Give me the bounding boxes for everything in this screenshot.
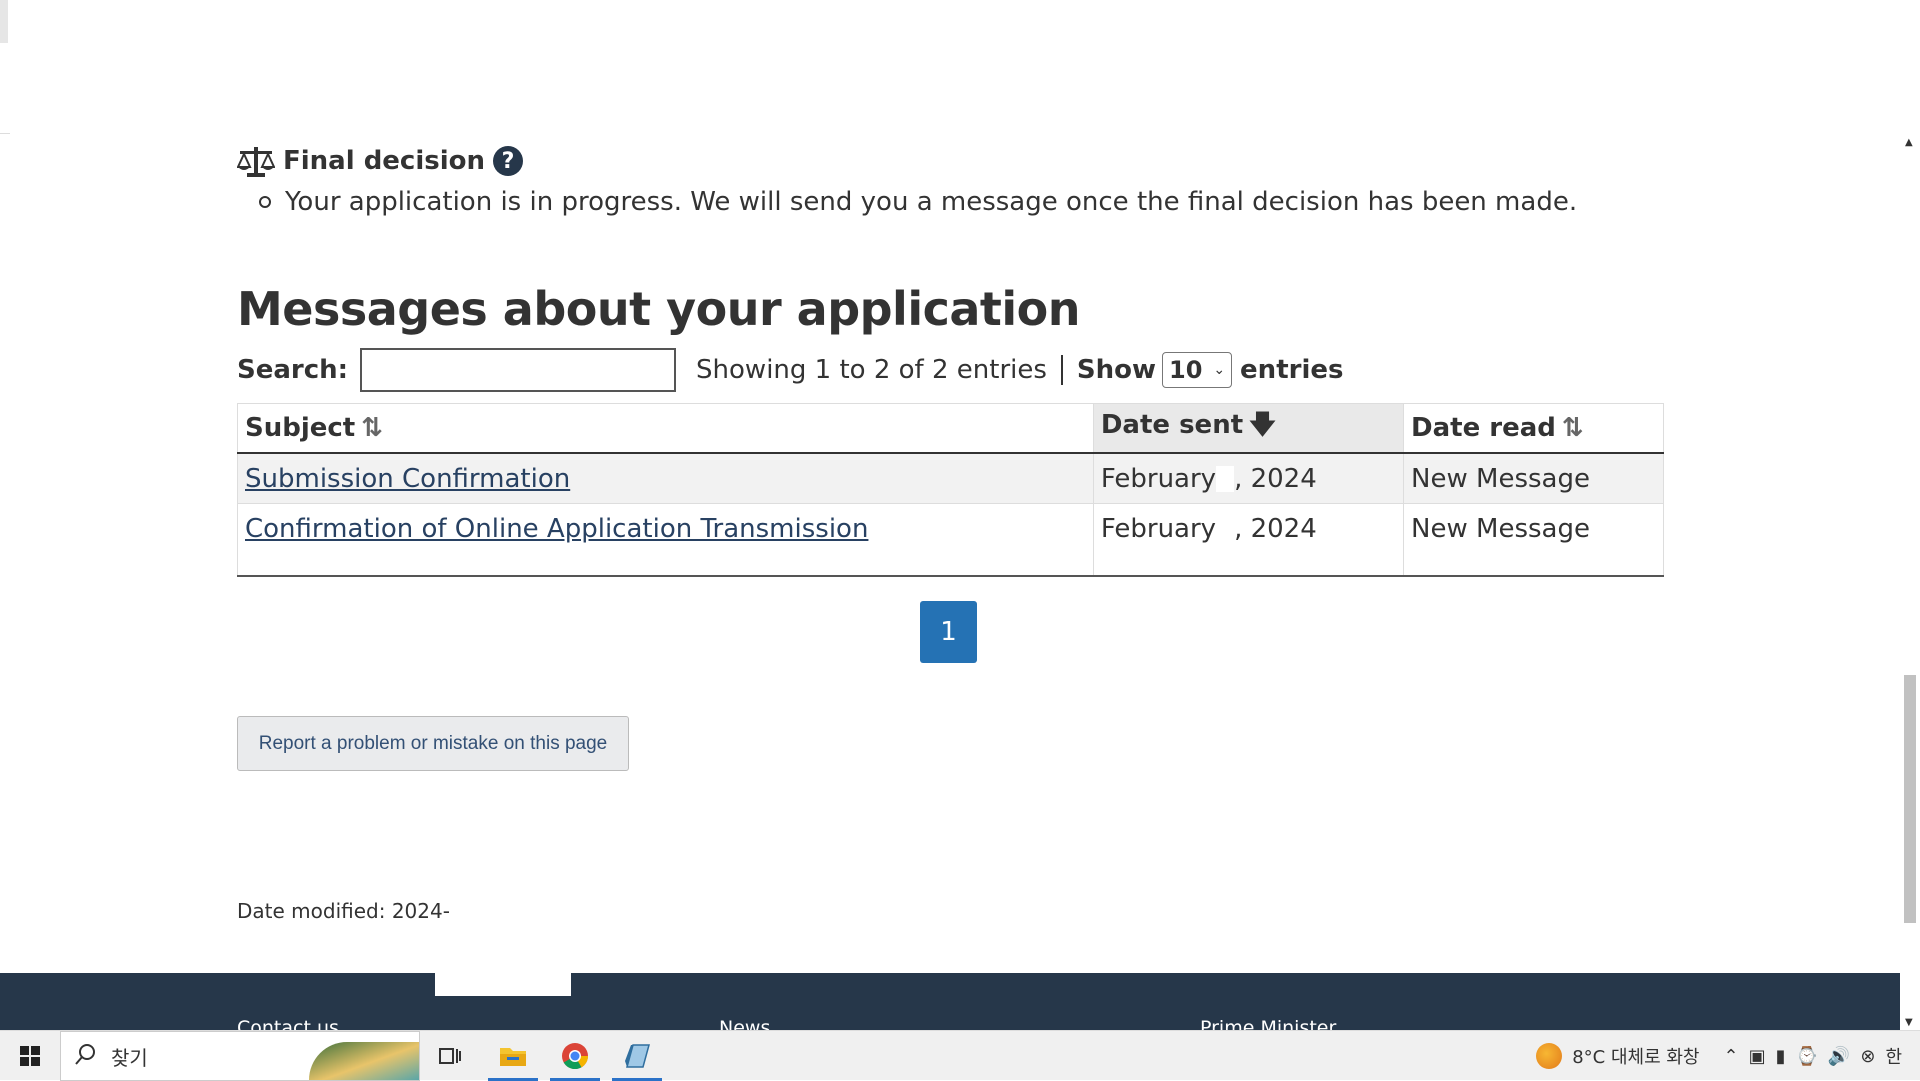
- weather-icon[interactable]: [1536, 1043, 1563, 1069]
- footer-link-news[interactable]: News: [719, 1017, 770, 1030]
- table-controls: Search: Showing 1 to 2 of 2 entries Show…: [237, 348, 1343, 392]
- footer-link-prime-minister[interactable]: Prime Minister: [1200, 1017, 1336, 1030]
- system-tray: 8°C 대체로 화창 ⌃ ▣ ▮ ⌚ 🔊 ⊗ 한: [1536, 1031, 1920, 1081]
- site-footer: Contact us News Prime Minister: [0, 973, 1900, 1030]
- scrollbar-thumb[interactable]: [1904, 675, 1916, 923]
- column-header-subject-label: Subject: [245, 413, 356, 443]
- windows-taskbar: 찾기 8°C 대체로 화창 ⌃ ▣ ▮ ⌚ 🔊 ⊗ 한: [0, 1030, 1920, 1081]
- report-problem-button[interactable]: Report a problem or mistake on this page: [237, 716, 629, 771]
- search-icon: [75, 1043, 97, 1070]
- decision-status-item: Your application is in progress. We will…: [259, 187, 1577, 217]
- footer-tab: [435, 973, 571, 996]
- scroll-up-icon[interactable]: ▲: [1905, 137, 1913, 148]
- sort-descending-icon: 🡇: [1249, 410, 1276, 440]
- date-read-cell: New Message: [1403, 503, 1664, 577]
- chevron-down-icon: ⌄: [1213, 362, 1226, 378]
- task-view-icon[interactable]: [425, 1031, 475, 1081]
- date-month: February: [1100, 463, 1217, 494]
- sort-both-icon: ⇅: [1561, 413, 1584, 443]
- page-edge-mark: [0, 0, 8, 43]
- entries-per-page-value: 10: [1169, 356, 1203, 384]
- weather-text[interactable]: 8°C 대체로 화창: [1572, 1043, 1699, 1069]
- pagination-page-button[interactable]: 1: [920, 601, 977, 663]
- date-year: , 2024: [1234, 463, 1317, 494]
- final-decision-heading: Final decision ?: [237, 143, 524, 179]
- message-link[interactable]: Submission Confirmation: [245, 464, 570, 494]
- taskbar-search[interactable]: 찾기: [60, 1031, 420, 1081]
- column-header-date-sent-label: Date sent: [1100, 410, 1244, 440]
- browser-page: Final decision ? Your application is in …: [0, 0, 1900, 1030]
- search-label: Search:: [237, 355, 349, 385]
- messages-table: Subject ⇅ Date sent 🡇 Date read ⇅ Submissio…: [237, 403, 1664, 577]
- taskbar-search-placeholder: 찾기: [111, 1045, 148, 1070]
- battery-icon[interactable]: ▮: [1776, 1046, 1786, 1067]
- date-sent-cell: February , 2024: [1092, 503, 1405, 577]
- no-sync-icon[interactable]: ⊗: [1860, 1046, 1875, 1067]
- date-modified: Date modified: 2024-: [237, 899, 450, 923]
- table-row: Submission Confirmation February , 2024 N…: [237, 452, 1664, 504]
- column-header-date-read[interactable]: Date read ⇅: [1403, 403, 1664, 454]
- column-header-date-read-label: Date read: [1411, 413, 1556, 443]
- entries-per-page-select[interactable]: 10 ⌄: [1162, 352, 1233, 388]
- balance-scale-icon: [237, 143, 275, 179]
- windows-start-icon[interactable]: [10, 1031, 50, 1081]
- show-label: Show: [1076, 355, 1157, 385]
- entries-label: entries: [1240, 355, 1344, 385]
- messages-heading: Messages about your application: [237, 282, 1081, 336]
- subject-cell: Confirmation of Online Application Trans…: [237, 503, 1094, 577]
- final-decision-title: Final decision: [283, 146, 486, 176]
- table-row: Confirmation of Online Application Trans…: [237, 503, 1664, 577]
- bullet-icon: [259, 196, 271, 208]
- redacted-day: [1216, 466, 1235, 492]
- date-month: February: [1100, 514, 1217, 544]
- scroll-down-icon[interactable]: ▼: [1905, 1017, 1913, 1028]
- file-explorer-icon[interactable]: [488, 1031, 538, 1081]
- app-window-icon[interactable]: [612, 1031, 662, 1081]
- chevron-up-icon[interactable]: ⌃: [1723, 1046, 1738, 1067]
- sort-both-icon: ⇅: [361, 413, 384, 443]
- vertical-scrollbar[interactable]: ▲ ▼: [1900, 133, 1920, 1030]
- entries-info: Showing 1 to 2 of 2 entries: [696, 355, 1047, 385]
- decision-status-text: Your application is in progress. We will…: [285, 187, 1578, 217]
- message-link[interactable]: Confirmation of Online Application Trans…: [245, 514, 868, 544]
- volume-icon[interactable]: 🔊: [1828, 1046, 1850, 1067]
- final-decision-section: Final decision ? Your application is in …: [237, 143, 1577, 217]
- search-input[interactable]: [360, 348, 677, 392]
- subject-cell: Submission Confirmation: [237, 452, 1094, 504]
- footer-link-contact[interactable]: Contact us: [237, 1017, 339, 1030]
- date-year: , 2024: [1234, 514, 1317, 544]
- column-header-subject[interactable]: Subject ⇅: [237, 403, 1094, 454]
- chrome-icon[interactable]: [550, 1031, 600, 1081]
- column-header-date-sent[interactable]: Date sent 🡇: [1092, 403, 1405, 454]
- separator: [1060, 355, 1063, 385]
- help-icon[interactable]: ?: [493, 146, 524, 176]
- redacted-day: [1216, 516, 1235, 543]
- search-highlight-image: [309, 1042, 419, 1080]
- date-sent-cell: February , 2024: [1092, 452, 1405, 504]
- network-device-icon[interactable]: ▣: [1749, 1046, 1766, 1067]
- divider: [0, 133, 10, 134]
- wifi-icon[interactable]: ⌚: [1796, 1046, 1818, 1067]
- date-read-cell: New Message: [1403, 452, 1664, 504]
- ime-indicator[interactable]: 한: [1885, 1043, 1902, 1069]
